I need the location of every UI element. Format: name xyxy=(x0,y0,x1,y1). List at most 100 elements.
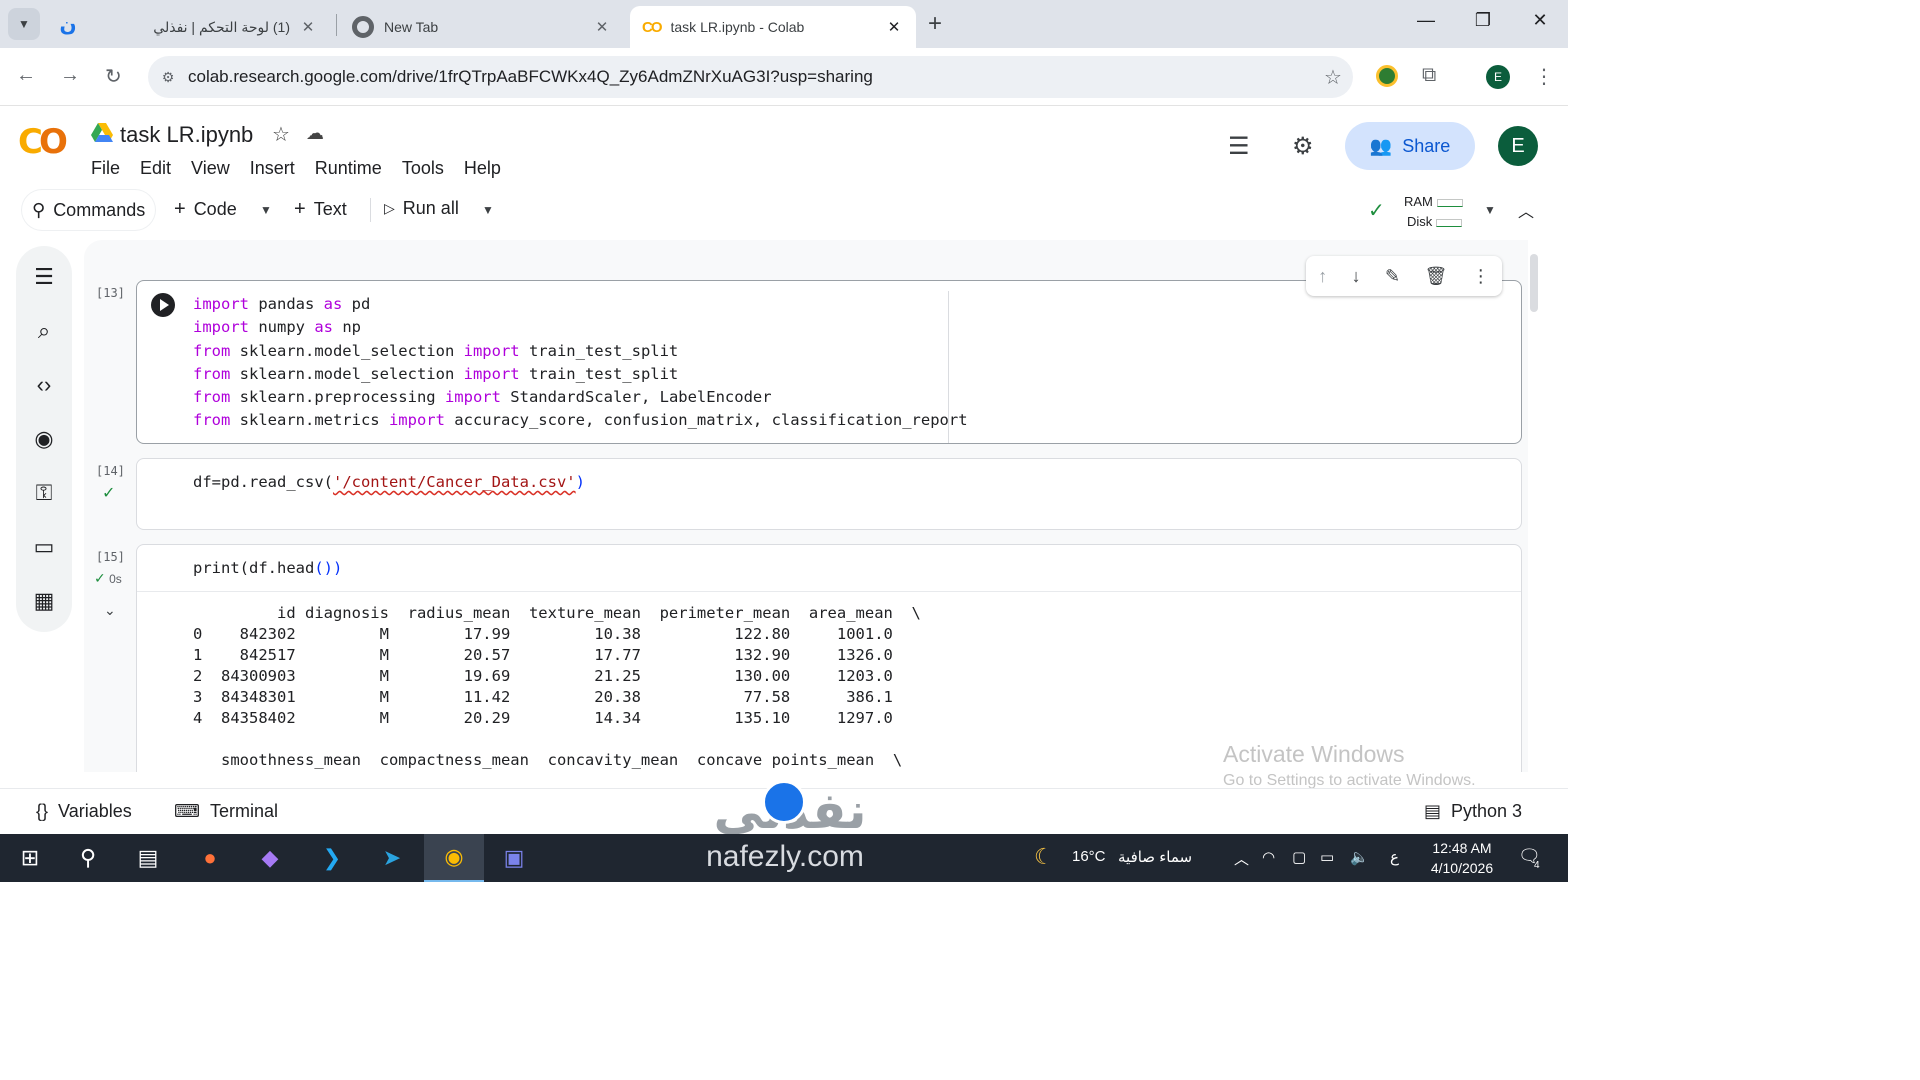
extensions-puzzle-icon[interactable]: ⧉ xyxy=(1422,64,1436,87)
code-snippets-icon[interactable]: ‹› xyxy=(16,372,72,398)
play-outline-icon: ▷ xyxy=(384,200,395,216)
nafezly-logo-watermark: نفذلي xyxy=(690,780,890,836)
output-line: id diagnosis radius_mean texture_mean pe… xyxy=(193,604,921,622)
close-tab-icon[interactable]: ✕ xyxy=(884,18,904,36)
account-avatar[interactable]: E xyxy=(1498,126,1538,166)
star-icon[interactable]: ☆ xyxy=(272,122,290,147)
colab-logo[interactable]: CO xyxy=(18,122,68,162)
browser-tab[interactable]: (1) لوحة التحكم | نفذلي ✕ xyxy=(140,6,330,48)
windows-start-icon[interactable]: ⊞ xyxy=(0,834,60,882)
move-down-icon[interactable]: ↓ xyxy=(1352,266,1361,287)
url-text[interactable]: colab.research.google.com/drive/1frQTrpA… xyxy=(188,67,1313,87)
add-text-button[interactable]: + Text xyxy=(294,198,347,221)
firefox-icon[interactable]: ● xyxy=(180,834,240,882)
key-icon[interactable]: ⚿ xyxy=(16,480,72,506)
menu-edit[interactable]: Edit xyxy=(140,158,171,179)
tab-title: (1) لوحة التحكم | نفذلي xyxy=(153,18,290,35)
notebook-title[interactable]: task LR.ipynb xyxy=(120,122,253,148)
browser-tab-active[interactable]: CO task LR.ipynb - Colab ✕ xyxy=(630,6,916,48)
close-tab-icon[interactable]: ✕ xyxy=(592,18,612,36)
variables-button[interactable]: {} Variables xyxy=(36,801,132,822)
chrome-taskbar-icon[interactable]: ◉ xyxy=(424,834,484,882)
weather-moon-icon[interactable]: ☾ xyxy=(1034,844,1054,870)
visual-studio-icon[interactable]: ◆ xyxy=(240,834,300,882)
people-icon: 👥 xyxy=(1369,135,1393,156)
run-all-dropdown-icon[interactable]: ▼ xyxy=(482,203,494,217)
add-code-button[interactable]: + Code xyxy=(174,198,237,221)
code-text: df=pd.read_csv( xyxy=(193,473,333,491)
code-editor[interactable]: df=pd.read_csv('/content/Cancer_Data.csv… xyxy=(193,471,585,494)
site-info-icon[interactable]: ⚙ xyxy=(148,69,188,86)
code-cell[interactable]: print(df.head()) id diagnosis radius_mea… xyxy=(136,544,1522,772)
code-cell[interactable]: df=pd.read_csv('/content/Cancer_Data.csv… xyxy=(136,458,1522,530)
delete-trash-icon[interactable]: 🗑 xyxy=(1425,266,1448,287)
run-all-button[interactable]: ▷ Run all xyxy=(384,198,459,219)
task-view-icon[interactable]: ▤ xyxy=(118,834,178,882)
minimize-icon[interactable]: — xyxy=(1406,10,1446,31)
close-window-icon[interactable]: ✕ xyxy=(1520,10,1560,31)
vscode-icon[interactable]: ❯ xyxy=(302,834,362,882)
menu-insert[interactable]: Insert xyxy=(250,158,295,179)
edit-pencil-icon[interactable]: ✎ xyxy=(1385,266,1400,287)
code-editor[interactable]: import pandas as pd import numpy as np fro… xyxy=(193,293,968,433)
browser-tab[interactable]: New Tab ✕ xyxy=(340,6,624,48)
run-cell-button[interactable] xyxy=(151,293,175,317)
google-drive-icon[interactable] xyxy=(91,123,113,143)
output-line: smoothness_mean compactness_mean concavi… xyxy=(193,751,903,769)
cloud-saved-icon[interactable]: ☁ xyxy=(306,123,324,144)
extension-globe-icon[interactable] xyxy=(1376,65,1398,87)
more-options-icon[interactable]: ⋮ xyxy=(1472,266,1490,287)
share-button[interactable]: 👥 Share xyxy=(1345,122,1475,170)
terminal-button[interactable]: ⌨ Terminal xyxy=(174,801,278,822)
forward-icon[interactable]: → xyxy=(60,64,80,87)
new-tab-button[interactable]: + xyxy=(928,10,942,38)
close-tab-icon[interactable]: ✕ xyxy=(298,18,318,36)
battery-icon[interactable]: ▭ xyxy=(1320,848,1334,866)
secrets-eye-icon[interactable]: ◉ xyxy=(16,426,72,452)
runtime-type-button[interactable]: ▤ Python 3 xyxy=(1424,801,1522,822)
reload-icon[interactable]: ↻ xyxy=(105,64,122,89)
tray-chevron-icon[interactable]: ︿ xyxy=(1234,848,1249,869)
data-table-icon[interactable]: ▦ xyxy=(16,588,72,614)
system-clock[interactable]: 12:48 AM 4/10/2026 xyxy=(1420,838,1504,878)
restore-icon[interactable]: ❐ xyxy=(1463,10,1503,31)
menu-file[interactable]: File xyxy=(91,158,120,179)
chrome-menu-icon[interactable]: ⋮ xyxy=(1534,64,1554,89)
code-cell[interactable]: import pandas as pd import numpy as np fro… xyxy=(136,280,1522,444)
teams-icon[interactable]: ▣ xyxy=(484,834,544,882)
find-replace-icon[interactable]: ⌕ xyxy=(16,318,72,344)
menu-runtime[interactable]: Runtime xyxy=(315,158,382,179)
runtime-dropdown-icon[interactable]: ▼ xyxy=(1484,203,1496,217)
activate-windows-watermark: Activate Windows Go to Settings to activ… xyxy=(1223,741,1476,790)
wifi-icon[interactable]: ◠ xyxy=(1262,848,1275,866)
device-icon[interactable]: ▢ xyxy=(1292,848,1306,866)
tab-search-button[interactable]: ▼ xyxy=(8,8,40,40)
bookmark-star-icon[interactable]: ☆ xyxy=(1313,65,1353,90)
comments-icon[interactable]: ☰ xyxy=(1228,132,1250,161)
commands-label: Commands xyxy=(53,199,146,220)
volume-icon[interactable]: 🔈 xyxy=(1350,848,1369,866)
telegram-icon[interactable]: ➤ xyxy=(362,834,422,882)
search-icon[interactable]: ⚲ xyxy=(58,834,118,882)
commands-button[interactable]: ⚲ Commands xyxy=(22,190,156,230)
settings-gear-icon[interactable]: ⚙ xyxy=(1292,132,1314,161)
files-folder-icon[interactable]: ▭ xyxy=(16,534,72,560)
resource-monitor[interactable]: RAM Disk xyxy=(1404,192,1463,232)
move-up-icon[interactable]: ↑ xyxy=(1318,266,1327,287)
profile-avatar[interactable]: E xyxy=(1486,65,1510,89)
input-language[interactable]: ع xyxy=(1390,848,1399,866)
back-icon[interactable]: ← xyxy=(16,64,36,87)
code-editor[interactable]: print(df.head()) xyxy=(193,557,342,580)
menu-help[interactable]: Help xyxy=(464,158,501,179)
notebook-scrollbar[interactable] xyxy=(1530,254,1538,312)
pinned-app-icon[interactable]: ن xyxy=(56,12,80,36)
code-dropdown-icon[interactable]: ▼ xyxy=(260,203,272,217)
collapse-output-icon[interactable]: ⌄ xyxy=(104,602,116,619)
menu-view[interactable]: View xyxy=(191,158,230,179)
menu-tools[interactable]: Tools xyxy=(402,158,444,179)
weather-text[interactable]: سماء صافية xyxy=(1118,848,1192,866)
collapse-header-icon[interactable]: ︿ xyxy=(1518,198,1534,222)
table-of-contents-icon[interactable]: ☰ xyxy=(16,264,72,290)
address-bar[interactable]: ⚙ colab.research.google.com/drive/1frQTr… xyxy=(148,56,1353,98)
weather-temp[interactable]: 16°C xyxy=(1072,848,1106,865)
